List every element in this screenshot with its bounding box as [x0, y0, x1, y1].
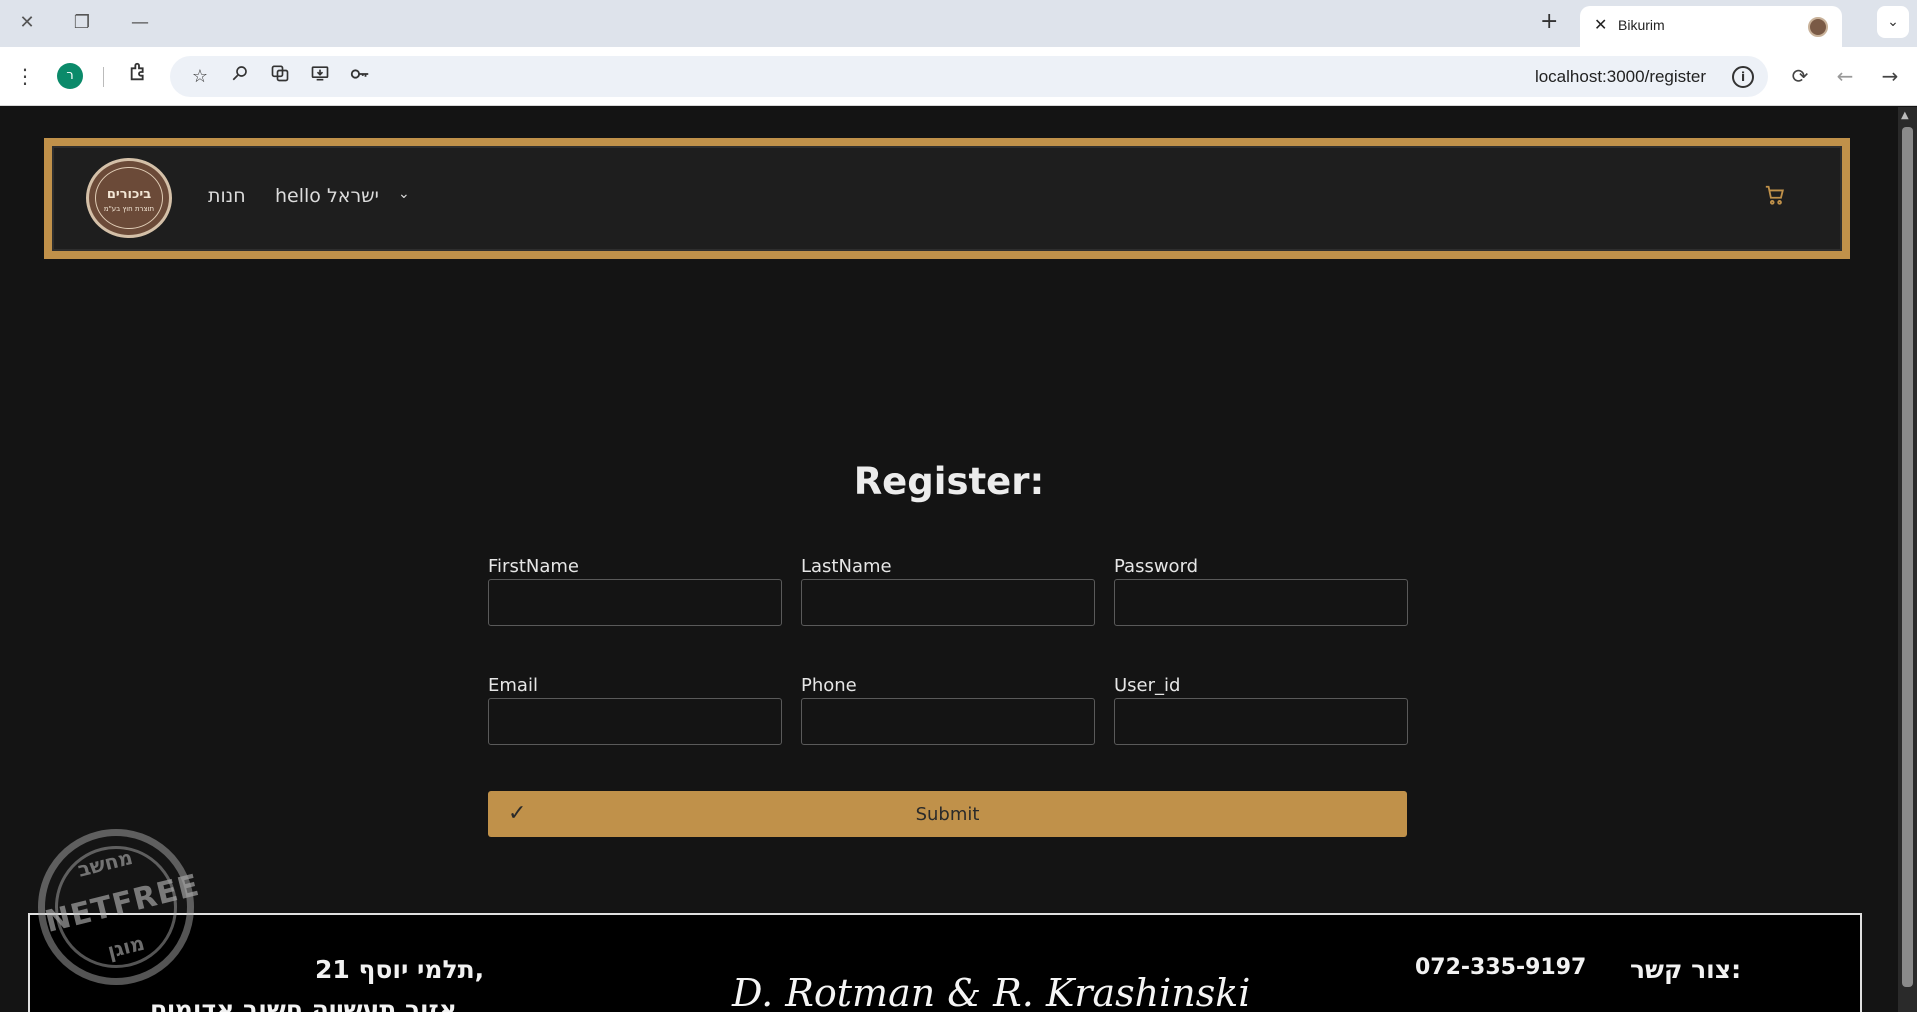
lastname-label: LastName	[801, 556, 892, 577]
restore-window-icon[interactable]: ❐	[67, 10, 97, 36]
scroll-up-icon[interactable]: ▲	[1901, 110, 1909, 121]
extensions-puzzle-icon[interactable]	[124, 61, 154, 91]
firstname-input[interactable]	[488, 579, 782, 626]
page-scrollbar[interactable]: ▲	[1898, 107, 1917, 1012]
site-info-icon[interactable]: i	[1732, 66, 1754, 88]
back-arrow-icon[interactable]: ←	[1830, 61, 1860, 91]
new-tab-button[interactable]: +	[1540, 9, 1558, 34]
footer-signature: D. Rotman & R. Krashinski	[732, 971, 1251, 1012]
password-key-icon[interactable]	[346, 63, 374, 91]
page-content: ביכורים תוצרת חוץ בע"מ חנות hello ישראל …	[0, 107, 1898, 1012]
tab-search-chevron-icon[interactable]: ⌄	[1877, 6, 1909, 38]
minimize-window-icon[interactable]: —	[125, 10, 155, 36]
footer-address-line1: תלמי יוסף 21,	[315, 955, 485, 984]
tab-close-icon[interactable]: ✕	[1594, 15, 1607, 34]
install-app-icon[interactable]	[306, 63, 334, 91]
page-title: Register:	[853, 460, 1045, 503]
phone-input[interactable]	[801, 698, 1095, 745]
password-input[interactable]	[1114, 579, 1408, 626]
zoom-icon[interactable]	[226, 63, 254, 91]
submit-label: Submit	[915, 804, 980, 825]
site-footer: תלמי יוסף 21, אזור תעשייה חשוב אדומים D.…	[28, 913, 1862, 1012]
scrollbar-thumb[interactable]	[1902, 127, 1913, 987]
submit-button[interactable]: ✓ Submit	[488, 791, 1407, 837]
cart-icon[interactable]	[1764, 184, 1786, 210]
site-navbar: ביכורים תוצרת חוץ בע"מ חנות hello ישראל …	[44, 138, 1850, 259]
email-label: Email	[488, 675, 538, 696]
chevron-down-icon[interactable]: ⌄	[398, 186, 410, 202]
url-text[interactable]: localhost:3000/register	[1535, 67, 1706, 87]
address-bar[interactable]: ☆ localhost:3000/register i	[170, 56, 1768, 97]
translate-icon[interactable]	[266, 63, 294, 91]
logo-subtitle: תוצרת חוץ בע"מ	[103, 205, 155, 213]
close-window-icon[interactable]: ✕	[12, 10, 42, 36]
footer-phone[interactable]: 072-335-9197	[1415, 955, 1586, 980]
browser-toolbar: ⋮ ר ☆ localhost:3000/register i ⟳ ← →	[0, 47, 1917, 106]
email-input[interactable]	[488, 698, 782, 745]
tab-favicon-icon	[1808, 17, 1828, 37]
user-menu-toggle[interactable]: hello ישראל	[275, 185, 379, 207]
menu-kebab-icon[interactable]: ⋮	[10, 61, 40, 91]
browser-tabstrip: ✕ ❐ — + ✕ Bikurim ⌄	[0, 0, 1917, 47]
nav-link-shop[interactable]: חנות	[208, 185, 246, 207]
browser-tab[interactable]: ✕ Bikurim	[1580, 6, 1842, 47]
password-label: Password	[1114, 556, 1199, 577]
user-id-label: User_id	[1114, 675, 1181, 696]
tab-title: Bikurim	[1618, 17, 1665, 33]
footer-address-line2: אזור תעשייה חשוב אדומים	[150, 995, 457, 1012]
reload-icon[interactable]: ⟳	[1785, 61, 1815, 91]
lastname-input[interactable]	[801, 579, 1095, 626]
profile-avatar[interactable]: ר	[57, 63, 83, 89]
footer-contact-label: צור קשר:	[1630, 955, 1742, 984]
bookmark-star-icon[interactable]: ☆	[186, 63, 214, 91]
logo-title: ביכורים	[106, 187, 152, 202]
firstname-label: FirstName	[488, 556, 579, 577]
site-logo[interactable]: ביכורים תוצרת חוץ בע"מ	[86, 158, 172, 238]
phone-label: Phone	[801, 675, 857, 696]
forward-arrow-icon[interactable]: →	[1875, 61, 1905, 91]
toolbar-divider	[103, 67, 104, 87]
user-id-input[interactable]	[1114, 698, 1408, 745]
